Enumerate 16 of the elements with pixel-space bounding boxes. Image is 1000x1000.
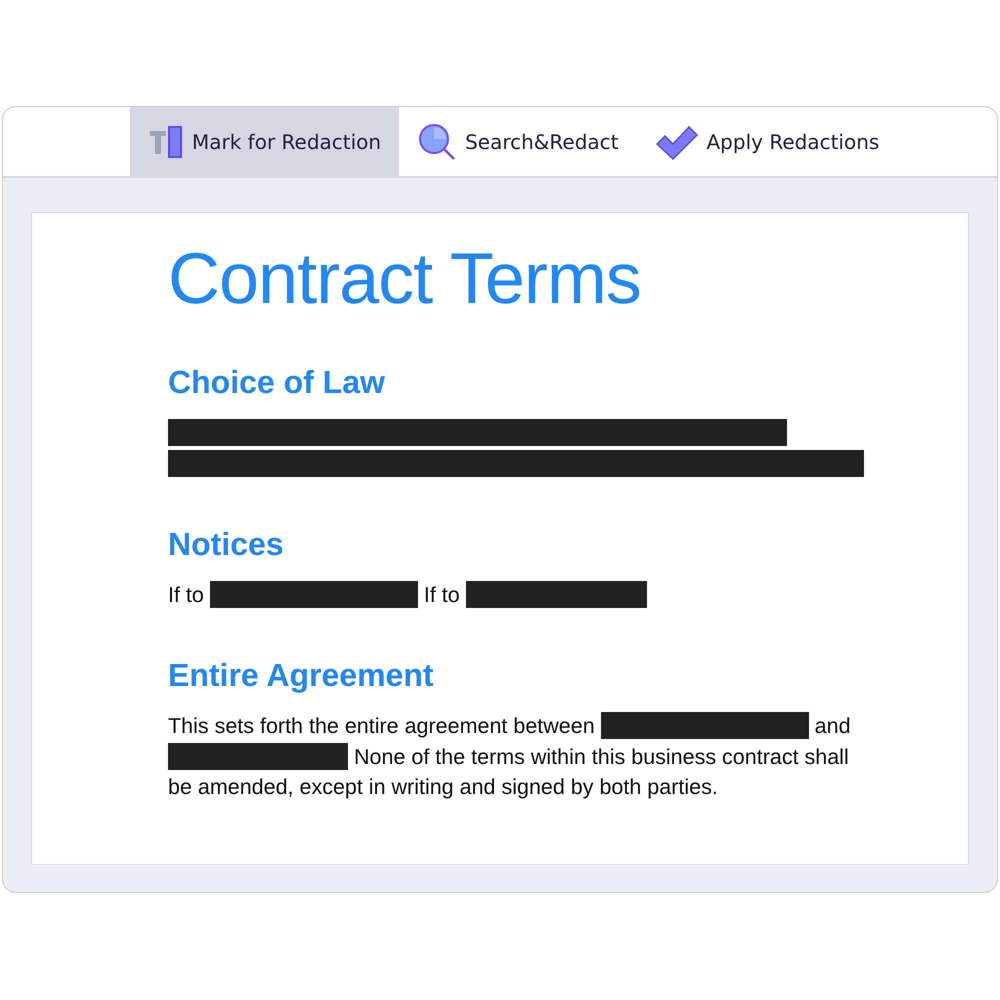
document-title: Contract Terms	[168, 238, 642, 321]
toolbar-tab[interactable]: Search&Redact	[399, 107, 636, 176]
toolbar-tab[interactable]: Apply Redactions	[636, 107, 898, 176]
checkmark-icon	[654, 124, 698, 160]
section-heading: Entire Agreement	[168, 656, 435, 694]
section-heading: Notices	[168, 525, 285, 563]
section-heading: Choice of Law	[168, 363, 386, 401]
toolbar-tab[interactable]: Mark for Redaction	[130, 107, 400, 176]
body-text: If to	[424, 582, 460, 608]
body-text: This sets forth the entire agreement between	[168, 712, 595, 738]
search-icon	[417, 122, 458, 160]
body-text: and	[814, 712, 851, 738]
body-text: be amended, except in writing and signed by both parties.	[168, 774, 718, 800]
text-cursor-icon	[148, 124, 184, 158]
body-text: None of the terms within this business contract shall	[354, 744, 849, 770]
body-text: If to	[168, 582, 204, 608]
